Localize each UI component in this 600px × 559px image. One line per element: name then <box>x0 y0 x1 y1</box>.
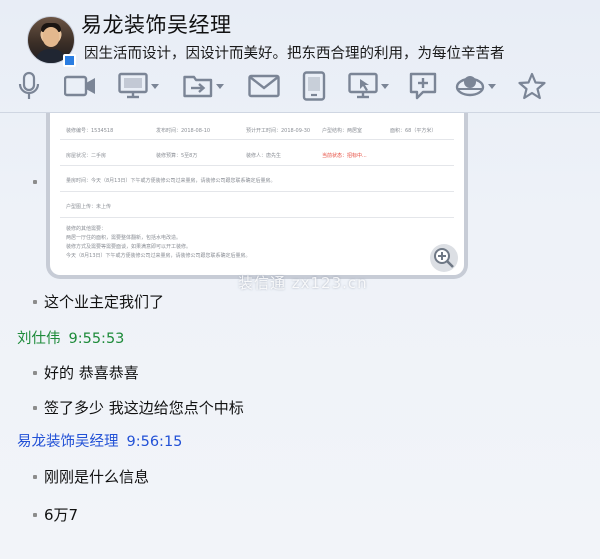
chat-toolbar <box>16 68 556 104</box>
sender-line: 刘仕伟 9:55:53 <box>17 327 124 348</box>
doc-row: 量房时间：今天（8月13日）下午或方便装修公司过来量房，请装修公司跟您联系确定后… <box>60 165 454 192</box>
message-bullet <box>33 180 37 184</box>
send-to-phone-button[interactable] <box>302 69 326 103</box>
avatar-face <box>43 27 59 47</box>
remote-desktop-icon <box>348 72 378 99</box>
video-call-button[interactable] <box>64 69 96 103</box>
message-time: 9:56:15 <box>126 434 183 450</box>
contact-signature: 因生活而设计，因设计而美好。把东西合理的利用，为每位辛苦者 <box>84 46 505 62</box>
file-transfer-icon <box>183 75 213 98</box>
zoom-in-icon <box>434 248 454 268</box>
remote-assist-button[interactable] <box>348 69 393 103</box>
doc-cell: 房屋状况：二手房 <box>66 153 107 159</box>
message-bullet <box>33 371 37 375</box>
apps-button[interactable] <box>409 69 437 103</box>
chevron-down-icon[interactable] <box>381 83 389 89</box>
add-app-icon <box>409 72 437 100</box>
doc-cell: 户型图上传：未上传 <box>66 204 112 210</box>
contact-name[interactable]: 易龙装饰吴经理 <box>81 9 232 39</box>
doc-row: 装修编号：1534518 发布时间：2018-08-10 预计开工时间：2018… <box>60 113 454 140</box>
sender-name[interactable]: 刘仕伟 <box>17 331 61 347</box>
voice-call-button[interactable] <box>16 69 42 103</box>
doc-note: 装修的其他需要： <box>66 226 107 232</box>
microphone-icon <box>18 71 40 99</box>
doc-note: 两居一厅住的面积，需要整体翻新，包括水电改造。 <box>66 235 182 241</box>
message-text: 好的 恭喜恭喜 <box>44 364 139 382</box>
message-text: 6万7 <box>44 506 79 524</box>
favorite-button[interactable] <box>518 69 546 103</box>
chevron-down-icon[interactable] <box>216 83 224 89</box>
message-text: 刚刚是什么信息 <box>44 468 150 486</box>
doc-row: 户型图上传：未上传 <box>60 191 454 218</box>
chat-header: 易龙装饰吴经理 因生活而设计，因设计而美好。把东西合理的利用，为每位辛苦者 <box>0 0 600 112</box>
doc-note: 今天（8月13日）下午或方便装修公司过来量房，请装修公司跟您联系确定后量房。 <box>66 253 251 259</box>
image-watermark: 装信通 zx123.cn <box>238 274 368 292</box>
message-text: 这个业主定我们了 <box>44 293 165 311</box>
favorite-star-icon <box>518 72 546 100</box>
message-bullet <box>33 475 37 479</box>
file-transfer-button[interactable] <box>183 69 228 103</box>
message-bullet <box>33 300 37 304</box>
zoom-image-button[interactable] <box>430 244 458 272</box>
more-tools-button[interactable] <box>455 69 500 103</box>
email-button[interactable] <box>248 69 280 103</box>
doc-cell: 装修编号：1534518 <box>66 128 114 134</box>
group-icon <box>455 76 485 97</box>
doc-cell: 预计开工时间：2018-09-30 <box>246 128 311 134</box>
message-time: 9:55:53 <box>68 331 125 347</box>
phone-device-icon <box>302 71 326 101</box>
doc-cell: 量房时间：今天（8月13日）下午或方便装修公司过来量房，请装修公司跟您联系确定后… <box>66 178 276 184</box>
image-message[interactable]: 装修编号：1534518 发布时间：2018-08-10 预计开工时间：2018… <box>46 113 468 279</box>
doc-status-cell: 当前状态：招标中... <box>322 153 367 159</box>
doc-note: 装修方式及需要等需要面谈，如果满意即可以开工装修。 <box>66 244 192 250</box>
online-status-icon <box>63 54 76 67</box>
screen-share-button[interactable] <box>118 69 163 103</box>
message-text: 签了多少 我这边给您点个中标 <box>44 399 244 417</box>
doc-cell: 装修预算：5至8万 <box>156 153 198 159</box>
sender-name[interactable]: 易龙装饰吴经理 <box>17 434 119 450</box>
email-icon <box>248 74 280 98</box>
doc-row: 房屋状况：二手房 装修预算：5至8万 装修人：唐先生 当前状态：招标中... <box>60 139 454 166</box>
doc-cell: 发布时间：2018-08-10 <box>156 128 211 134</box>
chevron-down-icon[interactable] <box>151 83 159 89</box>
message-bullet <box>33 513 37 517</box>
doc-cell: 户型结构：两居室 <box>322 128 363 134</box>
video-call-icon <box>64 75 95 97</box>
chevron-down-icon[interactable] <box>488 83 496 89</box>
sender-line: 易龙装饰吴经理 9:56:15 <box>17 430 182 451</box>
screen-share-icon <box>118 72 148 99</box>
message-bullet <box>33 406 37 410</box>
doc-cell: 装修人：唐先生 <box>246 153 282 159</box>
doc-cell: 面积：68（平方米） <box>390 128 437 134</box>
